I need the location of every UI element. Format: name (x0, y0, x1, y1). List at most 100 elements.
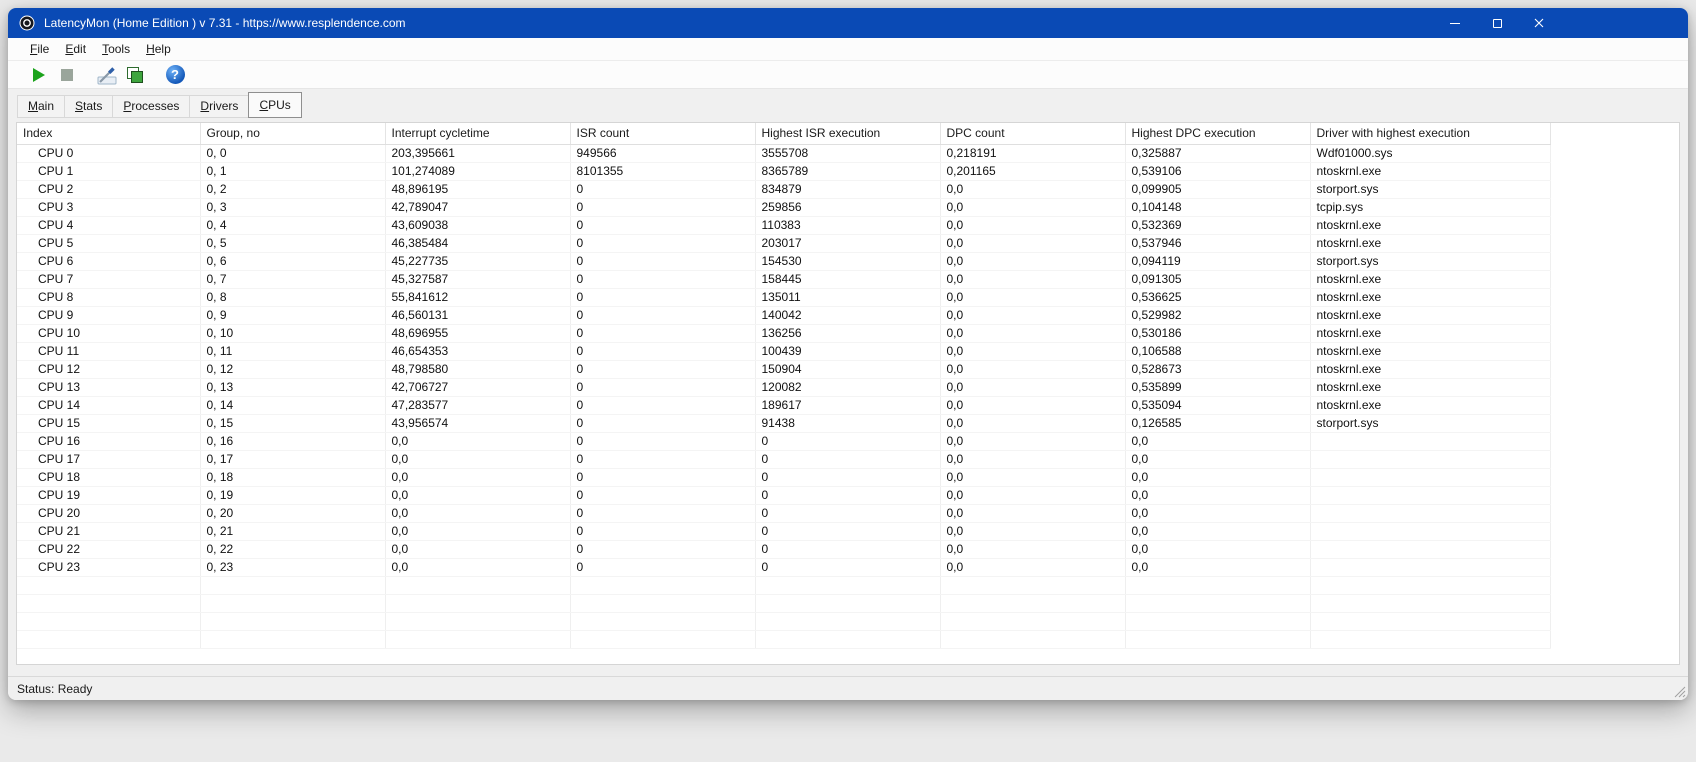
table-row[interactable]: CPU 21 0, 21 0,0 0 0 0,0 0,0 (17, 522, 1551, 541)
menu-item-tools[interactable]: Tools (94, 38, 138, 60)
table-cell: 0, 16 (200, 432, 386, 451)
table-cell: 0, 13 (200, 378, 386, 397)
table-row[interactable]: CPU 17 0, 17 0,0 0 0 0,0 0,0 (17, 450, 1551, 469)
table-row[interactable]: CPU 13 0, 13 42,706727 0 120082 0,0 0,535899 nt… (17, 378, 1551, 397)
status-text: Status: Ready (17, 681, 93, 696)
column-header-dpc-count[interactable]: DPC count (940, 123, 1126, 145)
table-cell: 0, 7 (200, 270, 386, 289)
column-header-isr-count[interactable]: ISR count (570, 123, 756, 145)
table-cell: 0, 6 (200, 252, 386, 271)
stop-monitor-button[interactable] (53, 62, 81, 87)
table-cell: ntoskrnl.exe (1310, 378, 1551, 397)
column-header-cycletime[interactable]: Interrupt cycletime (385, 123, 571, 145)
maximize-button[interactable] (1476, 8, 1518, 38)
table-cell: 0,0 (1125, 504, 1311, 523)
column-header-isr-exec[interactable]: Highest ISR execution (755, 123, 941, 145)
table-cell (570, 612, 756, 631)
table-cell: 110383 (755, 216, 941, 235)
table-row[interactable]: CPU 19 0, 19 0,0 0 0 0,0 0,0 (17, 486, 1551, 505)
table-row[interactable]: CPU 18 0, 18 0,0 0 0 0,0 0,0 (17, 468, 1551, 487)
table-cell: 0, 10 (200, 324, 386, 343)
table-cell (1125, 576, 1311, 595)
table-cell: 0,099905 (1125, 180, 1311, 199)
table-cell: 0,126585 (1125, 414, 1311, 433)
table-cell: ntoskrnl.exe (1310, 360, 1551, 379)
table-row[interactable]: CPU 16 0, 16 0,0 0 0 0,0 0,0 (17, 432, 1551, 451)
close-button[interactable] (1518, 8, 1560, 38)
table-cell: CPU 17 (17, 450, 201, 469)
table-cell: CPU 4 (17, 216, 201, 235)
copy-report-button[interactable] (121, 62, 149, 87)
table-row[interactable]: CPU 23 0, 23 0,0 0 0 0,0 0,0 (17, 558, 1551, 577)
table-cell: 140042 (755, 306, 941, 325)
table-cell (17, 612, 201, 631)
table-cell (200, 612, 386, 631)
start-monitor-button[interactable] (25, 62, 53, 87)
table-cell: 0,0 (1125, 540, 1311, 559)
table-cell: 0,0 (940, 486, 1126, 505)
table-cell: ntoskrnl.exe (1310, 270, 1551, 289)
table-row[interactable]: CPU 1 0, 1 101,274089 8101355 8365789 0,20116… (17, 162, 1551, 181)
table-cell (570, 630, 756, 649)
table-cell: 0,0 (940, 216, 1126, 235)
table-cell: ntoskrnl.exe (1310, 234, 1551, 253)
title-bar: LatencyMon (Home Edition ) v 7.31 - http… (8, 8, 1688, 38)
table-row[interactable]: CPU 6 0, 6 45,227735 0 154530 0,0 0,094119 stor… (17, 252, 1551, 271)
table-cell (1310, 594, 1551, 613)
table-cell (1310, 486, 1551, 505)
menu-item-file[interactable]: File (22, 38, 57, 60)
table-cell (1125, 612, 1311, 631)
toolbar: ? (8, 61, 1688, 89)
table-cell: 154530 (755, 252, 941, 271)
table-row[interactable]: CPU 2 0, 2 48,896195 0 834879 0,0 0,099905 stor… (17, 180, 1551, 199)
table-cell: 0,106588 (1125, 342, 1311, 361)
table-cell: 0, 5 (200, 234, 386, 253)
table-cell (755, 630, 941, 649)
table-cell: 0,0 (940, 540, 1126, 559)
table-row[interactable]: CPU 7 0, 7 45,327587 0 158445 0,0 0,091305 ntos… (17, 270, 1551, 289)
table-cell: 0,0 (940, 450, 1126, 469)
table-cell: 3555708 (755, 144, 941, 163)
table-row[interactable]: CPU 11 0, 11 46,654353 0 100439 0,0 0,106588 nt… (17, 342, 1551, 361)
table-empty-row (17, 576, 1551, 595)
table-cell: 0,091305 (1125, 270, 1311, 289)
table-cell: 0,0 (385, 504, 571, 523)
table-row[interactable]: CPU 22 0, 22 0,0 0 0 0,0 0,0 (17, 540, 1551, 559)
table-cell: 0,0 (1125, 558, 1311, 577)
help-button[interactable]: ? (161, 62, 189, 87)
tab-main[interactable]: Main (17, 95, 66, 118)
table-row[interactable]: CPU 20 0, 20 0,0 0 0 0,0 0,0 (17, 504, 1551, 523)
table-cell: 0 (755, 486, 941, 505)
column-header-dpc-exec[interactable]: Highest DPC execution (1125, 123, 1311, 145)
table-cell: CPU 12 (17, 360, 201, 379)
table-cell (385, 612, 571, 631)
table-row[interactable]: CPU 15 0, 15 43,956574 0 91438 0,0 0,126585 sto… (17, 414, 1551, 433)
column-header-driver[interactable]: Driver with highest execution (1310, 123, 1551, 145)
resize-grip[interactable] (1673, 685, 1686, 698)
table-row[interactable]: CPU 0 0, 0 203,395661 949566 3555708 0,218191… (17, 144, 1551, 163)
table-row[interactable]: CPU 8 0, 8 55,841612 0 135011 0,0 0,536625 ntos… (17, 288, 1551, 307)
table-row[interactable]: CPU 5 0, 5 46,385484 0 203017 0,0 0,537946 ntos… (17, 234, 1551, 253)
minimize-icon (1450, 22, 1460, 24)
table-cell: 120082 (755, 378, 941, 397)
menu-item-edit[interactable]: Edit (57, 38, 94, 60)
minimize-button[interactable] (1434, 8, 1476, 38)
column-header-index[interactable]: Index (17, 123, 201, 145)
options-button[interactable] (93, 62, 121, 87)
tab-drivers[interactable]: Drivers (190, 95, 250, 118)
table-cell: 0 (570, 450, 756, 469)
table-row[interactable]: CPU 12 0, 12 48,798580 0 150904 0,0 0,528673 nt… (17, 360, 1551, 379)
tab-cpus[interactable]: CPUs (248, 92, 302, 118)
tab-stats[interactable]: Stats (65, 95, 114, 118)
table-cell: CPU 18 (17, 468, 201, 487)
column-header-group-no[interactable]: Group, no (200, 123, 386, 145)
menu-item-help[interactable]: Help (138, 38, 179, 60)
table-cell: 43,609038 (385, 216, 571, 235)
table-cell: 0, 4 (200, 216, 386, 235)
table-row[interactable]: CPU 3 0, 3 42,789047 0 259856 0,0 0,104148 tcpi… (17, 198, 1551, 217)
table-row[interactable]: CPU 9 0, 9 46,560131 0 140042 0,0 0,529982 ntos… (17, 306, 1551, 325)
tab-processes[interactable]: Processes (113, 95, 191, 118)
table-row[interactable]: CPU 10 0, 10 48,696955 0 136256 0,0 0,530186 nt… (17, 324, 1551, 343)
table-row[interactable]: CPU 4 0, 4 43,609038 0 110383 0,0 0,532369 ntos… (17, 216, 1551, 235)
table-row[interactable]: CPU 14 0, 14 47,283577 0 189617 0,0 0,535094 nt… (17, 396, 1551, 415)
